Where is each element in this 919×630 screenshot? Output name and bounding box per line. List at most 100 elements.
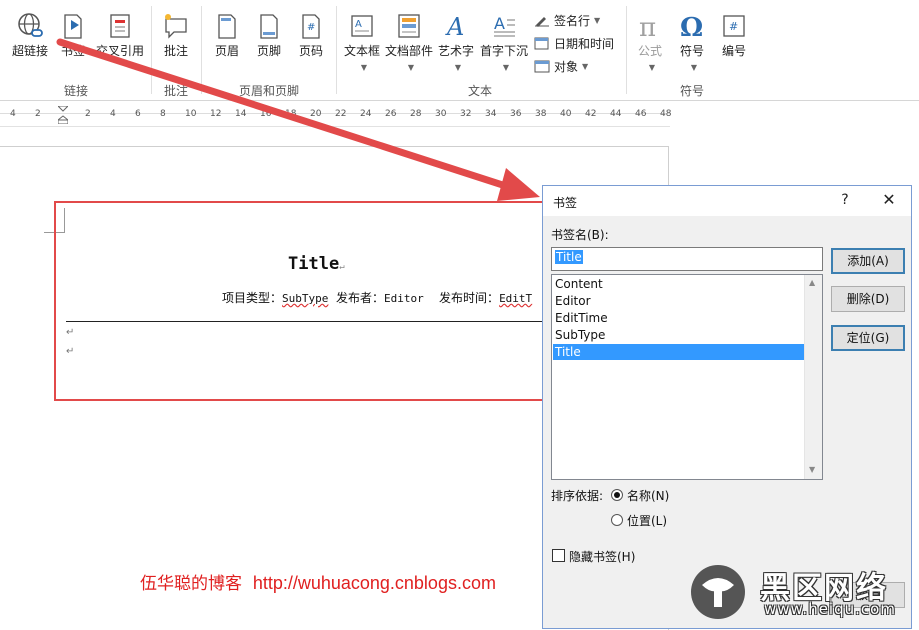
svg-text:#: # (729, 20, 738, 33)
sort-by-location-label[interactable]: 位置(L) (627, 512, 667, 529)
ruler-tick: 28 (410, 109, 422, 119)
sort-by-location-radio[interactable] (611, 514, 623, 526)
list-item[interactable]: SubType (553, 327, 805, 343)
dialog-title: 书签 (553, 196, 578, 210)
object-button[interactable]: 对象 ▼ (534, 56, 588, 76)
ruler-tick: 30 (435, 109, 447, 119)
signature-line-button[interactable]: 签名行 ▼ (534, 10, 600, 30)
hyperlink-button[interactable]: 超链接 (8, 8, 52, 68)
svg-text:A: A (445, 13, 464, 40)
group-label-links: 链接 (63, 84, 88, 98)
new-comment-button[interactable]: 批注 (156, 8, 196, 68)
hyperlink-label: 超链接 (11, 44, 48, 58)
svg-text:#: # (307, 22, 315, 33)
ruler-tick: 36 (510, 109, 522, 119)
symbol-button[interactable]: Ω 符号 ▼ (672, 8, 712, 72)
ruler-tick: 26 (385, 109, 397, 119)
delete-button[interactable]: 删除(D) (831, 286, 905, 312)
comment-icon (165, 14, 187, 39)
add-button[interactable]: 添加(A) (831, 248, 905, 274)
scroll-up-icon[interactable]: ▲ (809, 278, 815, 287)
ruler-tick: 4 (110, 109, 116, 119)
quick-parts-label: 文档部件 (384, 44, 433, 58)
header-button[interactable]: 页眉 (208, 8, 246, 68)
watermark-logo-icon (691, 565, 745, 619)
chevron-down-icon: ▼ (582, 61, 589, 71)
svg-text:A: A (494, 14, 505, 33)
omega-icon: Ω (680, 13, 703, 40)
list-item[interactable]: Content (553, 276, 805, 292)
header-label: 页眉 (214, 44, 239, 58)
comment-label: 批注 (163, 44, 188, 58)
ruler-tick: 6 (135, 109, 141, 119)
drop-cap-button[interactable]: A 首字下沉 ▼ (478, 8, 530, 72)
list-scrollbar[interactable]: ▲ ▼ (804, 275, 822, 479)
sort-by-label: 排序依据: (551, 489, 604, 503)
blog-name: 伍华聪的博客 (140, 574, 242, 594)
quick-parts-button[interactable]: 文档部件 ▼ (384, 8, 434, 72)
chevron-down-icon: ▼ (594, 15, 601, 25)
close-icon[interactable]: ✕ (877, 190, 901, 209)
chevron-down-icon: ▼ (690, 63, 698, 72)
chevron-down-icon: ▼ (454, 63, 462, 72)
ruler-tick: 48 (660, 109, 672, 119)
svg-text:π: π (639, 13, 656, 40)
wordart-icon: A (445, 13, 464, 40)
list-item-selected[interactable]: Title (553, 344, 805, 360)
sort-by-name-label[interactable]: 名称(N) (627, 487, 669, 504)
globe-link-icon (18, 13, 43, 37)
list-item[interactable]: Editor (553, 293, 805, 309)
group-label-symbols: 符号 (679, 84, 704, 98)
bookmark-list[interactable]: Content Editor EditTime SubType Title ▲ … (551, 274, 823, 480)
ruler-tick: 42 (585, 109, 597, 119)
horizontal-ruler[interactable]: 4 2 2 4 6 8 10 12 14 16 18 20 22 24 26 28 30 32 34 36 38 40… (0, 104, 672, 127)
sort-by-name-radio[interactable] (611, 489, 623, 501)
text-box-button[interactable]: A 文本框 ▼ (342, 8, 382, 72)
list-item[interactable]: EditTime (553, 310, 805, 326)
numbering-button[interactable]: # 编号 (716, 8, 752, 68)
page-number-icon: # (302, 14, 320, 39)
hidden-bookmarks-label[interactable]: 隐藏书签(H) (569, 548, 635, 565)
page-number-label: 页码 (298, 44, 323, 58)
chevron-down-icon: ▼ (502, 63, 510, 72)
ruler-tick: 10 (185, 109, 197, 119)
ruler-tick: 2 (85, 109, 91, 119)
blog-url: http://wuhuacong.cnblogs.com (252, 573, 496, 593)
date-time-button[interactable]: 日期和时间 (534, 33, 614, 53)
group-label-text: 文本 (467, 84, 492, 98)
page-number-button[interactable]: # 页码 (292, 8, 330, 68)
ruler-tick: 40 (560, 109, 572, 119)
bookmark-name-label: 书签名(B): (551, 228, 609, 242)
hidden-bookmarks-checkbox[interactable] (552, 549, 565, 562)
scroll-down-icon[interactable]: ▼ (809, 465, 815, 474)
ruler-tick: 38 (535, 109, 547, 119)
footer-label: 页脚 (256, 44, 281, 58)
group-separator (336, 6, 337, 94)
goto-button[interactable]: 定位(G) (831, 325, 905, 351)
cross-reference-icon (110, 14, 130, 38)
wordart-button[interactable]: A 艺术字 ▼ (436, 8, 476, 72)
footer-icon (260, 14, 278, 39)
dialog-titlebar[interactable]: 书签 ? ✕ (543, 186, 911, 216)
footer-button[interactable]: 页脚 (250, 8, 288, 68)
ruler-tick: 2 (35, 109, 41, 119)
ruler-tick: 4 (10, 109, 16, 119)
ruler-tick: 32 (460, 109, 472, 119)
highlight-box (54, 201, 547, 401)
indent-marker-icon[interactable] (58, 106, 68, 124)
group-label-header-footer: 页眉和页脚 (238, 84, 299, 98)
ruler-tick: 24 (360, 109, 372, 119)
equation-label: 公式 (637, 44, 662, 58)
ruler-tick: 20 (310, 109, 322, 119)
ruler-tick: 12 (210, 109, 222, 119)
quick-parts-icon (398, 14, 420, 38)
svg-text:Ω: Ω (680, 13, 703, 40)
help-icon[interactable]: ? (835, 192, 855, 208)
ruler-tick: 22 (335, 109, 347, 119)
ruler-tick: 16 (260, 109, 272, 119)
calendar-icon (534, 37, 549, 50)
cross-reference-button[interactable]: 交叉引用 (92, 8, 148, 68)
bookmark-name-input[interactable]: Title (551, 247, 823, 271)
equation-button[interactable]: π 公式 ▼ (632, 8, 668, 72)
bookmark-button[interactable]: 书签 (56, 8, 90, 68)
